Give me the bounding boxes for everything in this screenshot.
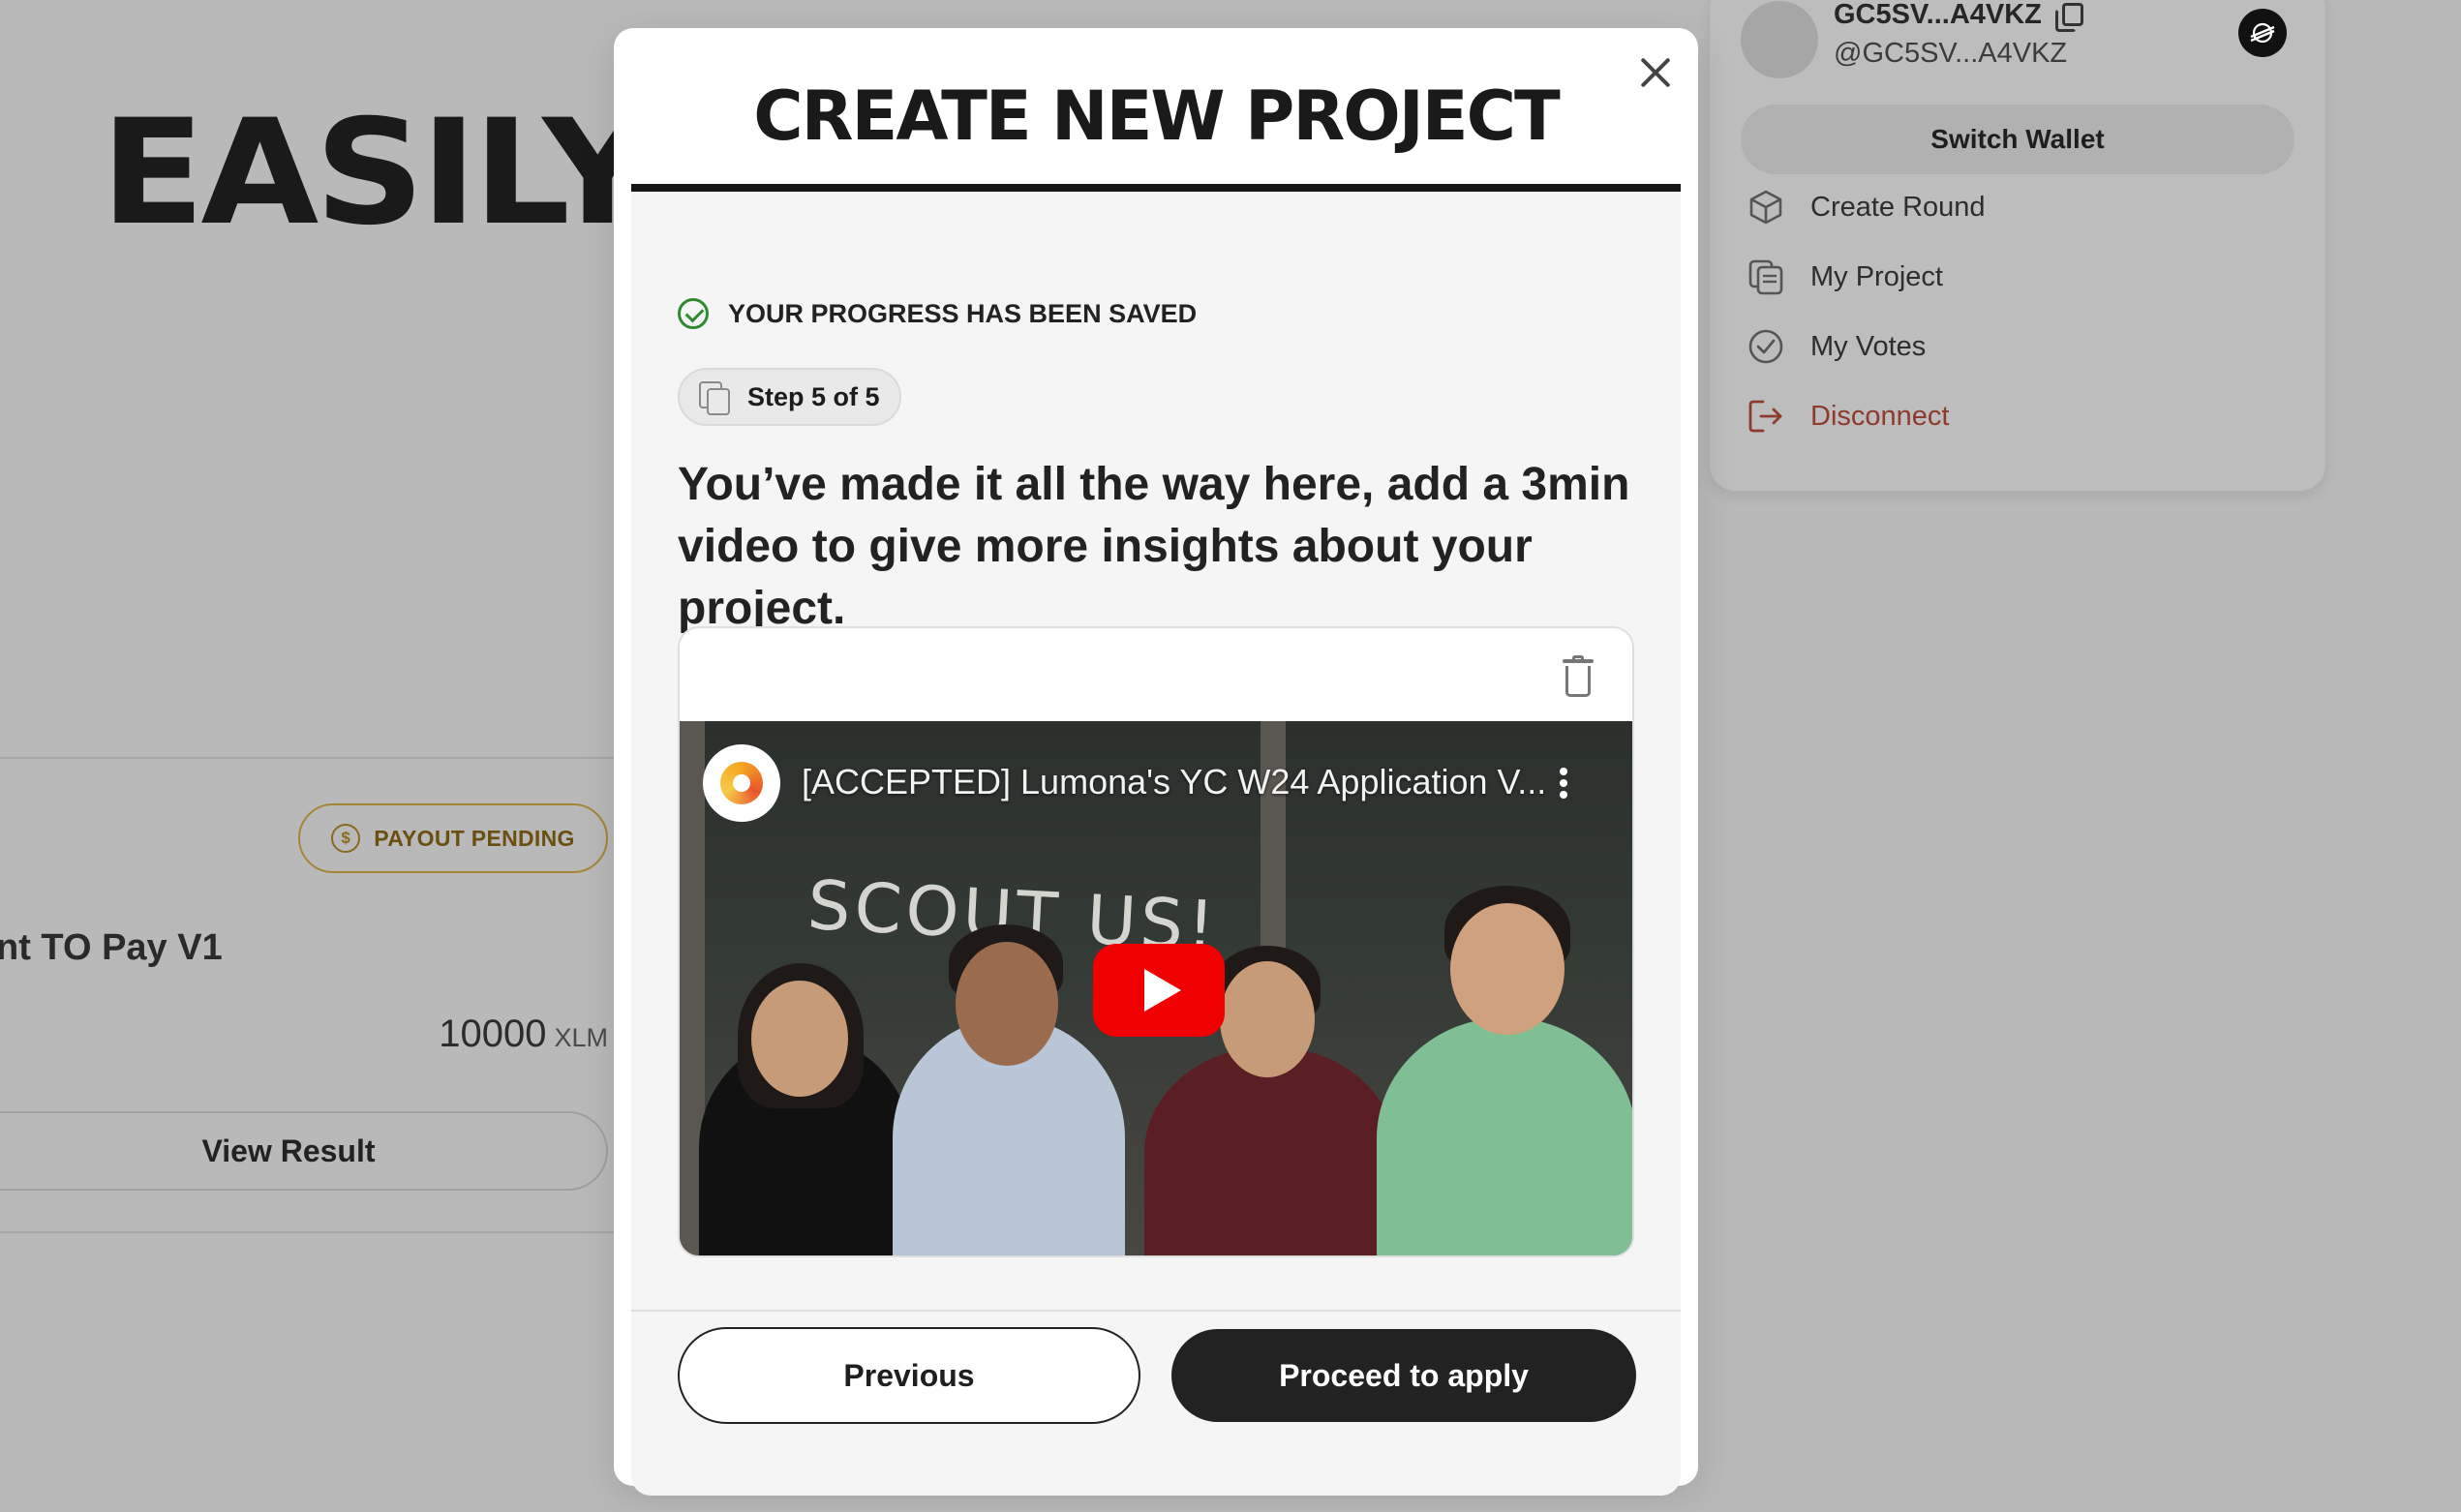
status-badge: $ PAYOUT PENDING	[298, 803, 608, 873]
video-person	[1144, 1046, 1396, 1255]
step-prompt: You’ve made it all the way here, add a 3…	[678, 459, 1630, 634]
trash-icon[interactable]	[1559, 655, 1597, 700]
video-card: SCOUT US! [ACCEPTED] Lumona's YC W24 App…	[678, 626, 1634, 1257]
wallet-address: GC5SV...A4VKZ	[1834, 0, 2042, 30]
more-options-icon[interactable]	[1549, 764, 1578, 802]
video-person-face	[956, 942, 1058, 1066]
cube-icon	[1747, 188, 1785, 227]
video-person-face	[1220, 961, 1315, 1077]
menu-item-my-project[interactable]: My Project	[1747, 257, 1943, 296]
menu-item-label: Create Round	[1810, 191, 1986, 223]
step-indicator: Step 5 of 5	[678, 368, 901, 426]
save-status-text: YOUR PROGRESS HAS BEEN SAVED	[728, 298, 1198, 328]
view-result-button[interactable]: View Result	[0, 1111, 608, 1191]
round-amount-value: 10000	[439, 1013, 547, 1055]
play-button[interactable]	[1093, 944, 1225, 1037]
wallet-address-row: GC5SV...A4VKZ	[1834, 0, 2083, 32]
dollar-coin-icon: $	[331, 824, 361, 853]
menu-item-label: Disconnect	[1810, 400, 1950, 432]
title-divider	[631, 184, 1681, 192]
video-person-face	[751, 981, 848, 1097]
video-embed[interactable]: SCOUT US! [ACCEPTED] Lumona's YC W24 App…	[680, 721, 1632, 1255]
video-title[interactable]: [ACCEPTED] Lumona's YC W24 Application V…	[802, 762, 1546, 802]
round-amount-currency: XLM	[554, 1023, 608, 1052]
menu-item-my-votes[interactable]: My Votes	[1747, 327, 1926, 366]
menu-item-create-round[interactable]: Create Round	[1747, 188, 1986, 227]
status-badge-label: PAYOUT PENDING	[374, 825, 575, 851]
documents-icon	[1747, 257, 1785, 296]
check-circle-icon	[1747, 327, 1785, 366]
round-amount: 10000 XLM	[439, 1013, 608, 1056]
menu-item-label: My Project	[1810, 260, 1943, 292]
lumona-logo-icon	[720, 762, 763, 804]
channel-avatar[interactable]	[703, 744, 780, 822]
switch-wallet-button[interactable]: Switch Wallet	[1741, 105, 2294, 174]
save-status: YOUR PROGRESS HAS BEEN SAVED	[678, 298, 1197, 329]
check-circle-icon	[678, 298, 709, 329]
stellar-icon	[2238, 9, 2287, 57]
video-person-face	[1450, 903, 1565, 1035]
copy-icon[interactable]	[2054, 2, 2083, 32]
menu-item-label: My Votes	[1810, 330, 1927, 362]
step-indicator-label: Step 5 of 5	[747, 381, 880, 411]
wallet-dropdown: GC5SV...A4VKZ @GC5SV...A4VKZ Switch Wall…	[1709, 0, 2326, 492]
proceed-to-apply-button[interactable]: Proceed to apply	[1171, 1329, 1636, 1422]
modal-title: CREATE NEW PROJECT	[753, 76, 1560, 156]
video-person	[1377, 1017, 1632, 1255]
logout-icon	[1747, 397, 1785, 436]
round-card-title: nt TO Pay V1	[0, 927, 223, 968]
create-project-modal: CREATE NEW PROJECT YOUR PROGRESS HAS BEE…	[614, 28, 1698, 1496]
documents-icon	[699, 381, 730, 415]
previous-button[interactable]: Previous	[678, 1327, 1140, 1424]
avatar	[1741, 1, 1818, 78]
menu-item-disconnect[interactable]: Disconnect	[1747, 397, 1949, 436]
wallet-handle: @GC5SV...A4VKZ	[1834, 38, 2068, 69]
